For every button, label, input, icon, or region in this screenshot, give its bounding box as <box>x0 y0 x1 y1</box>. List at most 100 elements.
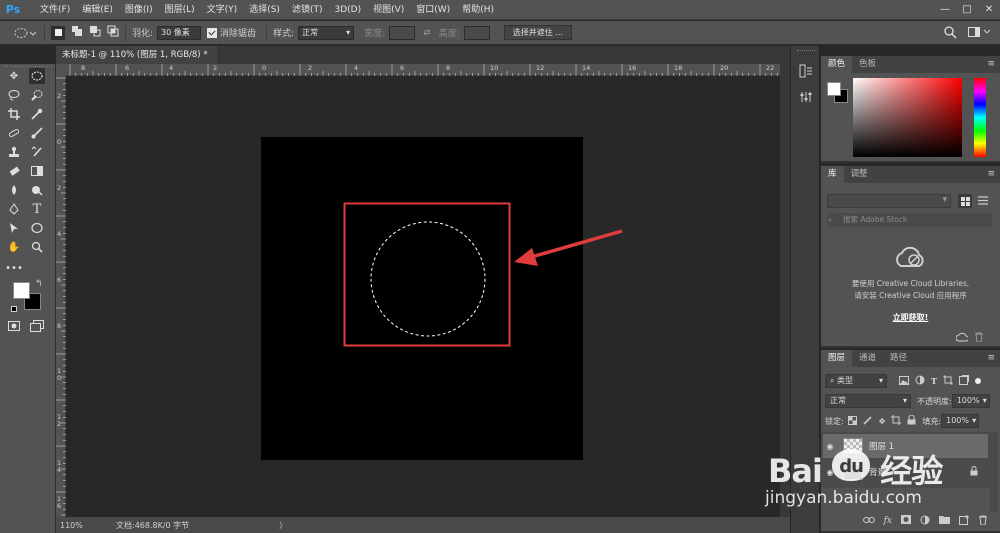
new-layer-icon[interactable] <box>959 514 969 528</box>
crop-tool-icon[interactable] <box>6 106 22 122</box>
tab-paths[interactable]: 路径 <box>883 350 914 367</box>
lock-all-icon[interactable] <box>907 414 916 427</box>
menu-3d[interactable]: 3D(D) <box>328 0 367 20</box>
filter-shape-icon[interactable] <box>943 375 953 387</box>
minimize-button[interactable]: — <box>934 0 956 20</box>
vertical-ruler[interactable]: 2 0 2 4 6 8 1 0 1 2 1 4 1 6 <box>56 76 66 517</box>
path-selection-tool-icon[interactable] <box>6 220 22 236</box>
link-icon[interactable] <box>862 516 875 527</box>
cc-sync-icon[interactable] <box>955 332 969 345</box>
elliptical-marquee-preset-icon[interactable] <box>14 27 38 39</box>
workspace-icon[interactable] <box>968 27 992 41</box>
hue-slider[interactable] <box>974 78 986 157</box>
get-it-now-link[interactable]: 立即获取! <box>821 312 1000 323</box>
grid-view-icon[interactable] <box>958 194 972 208</box>
brush-tool-icon[interactable] <box>29 125 45 141</box>
canvas-workspace[interactable] <box>66 76 780 517</box>
mask-icon[interactable] <box>901 515 911 527</box>
lasso-tool-icon[interactable] <box>6 87 22 103</box>
maximize-button[interactable]: □ <box>956 0 978 20</box>
panel-menu-icon[interactable]: ≡ <box>987 59 995 69</box>
lock-artboard-icon[interactable] <box>891 415 902 427</box>
filter-pixel-icon[interactable] <box>899 375 909 387</box>
menu-filter[interactable]: 滤镜(T) <box>286 0 329 20</box>
trash-icon[interactable] <box>974 332 984 345</box>
move-tool-icon[interactable]: ✥ <box>6 68 22 84</box>
folder-icon[interactable] <box>939 515 950 527</box>
elliptical-marquee-tool-icon[interactable] <box>29 68 45 84</box>
menu-image[interactable]: 图像(I) <box>119 0 159 20</box>
gradient-tool-icon[interactable] <box>29 163 45 179</box>
healing-brush-tool-icon[interactable] <box>6 125 22 141</box>
blur-tool-icon[interactable] <box>6 182 22 198</box>
lock-position-icon[interactable]: ✥ <box>879 417 886 426</box>
width-input[interactable] <box>389 25 416 40</box>
quick-mask-icon[interactable] <box>6 318 22 334</box>
close-window-button[interactable]: ✕ <box>978 0 1000 20</box>
layers-scrollbar[interactable] <box>990 432 998 512</box>
history-panel-icon[interactable] <box>798 64 814 80</box>
fill-input[interactable]: 100% ▾ <box>941 414 980 428</box>
more-tools-icon[interactable]: ••• <box>5 260 23 276</box>
type-tool-icon[interactable]: T <box>29 201 45 217</box>
feather-input[interactable]: 30 像素 <box>157 25 202 40</box>
ellipse-shape-tool-icon[interactable] <box>29 220 45 236</box>
screen-mode-icon[interactable] <box>29 318 45 334</box>
clone-stamp-tool-icon[interactable] <box>6 144 22 160</box>
zoom-level[interactable]: 110% <box>56 521 86 530</box>
new-selection-icon[interactable] <box>51 25 65 40</box>
list-view-icon[interactable] <box>978 196 988 208</box>
lock-transparent-icon[interactable] <box>847 415 857 427</box>
panel-menu-icon[interactable]: ≡ <box>987 353 995 363</box>
tab-layers[interactable]: 图层 <box>821 350 853 367</box>
menu-select[interactable]: 选择(S) <box>243 0 286 20</box>
add-to-selection-icon[interactable] <box>71 25 83 40</box>
ruler-origin[interactable] <box>56 64 66 76</box>
antialias-checkbox[interactable] <box>207 27 218 38</box>
stock-search-input[interactable]: ⌕ 搜索 Adobe Stock <box>827 213 992 227</box>
properties-panel-icon[interactable] <box>798 90 814 106</box>
reset-colors-icon[interactable] <box>11 306 17 312</box>
pen-tool-icon[interactable] <box>6 201 22 217</box>
foreground-color-swatch[interactable] <box>827 82 841 96</box>
search-icon[interactable] <box>944 26 957 42</box>
tab-channels[interactable]: 通道 <box>852 350 883 367</box>
tab-swatches[interactable]: 色板 <box>852 56 883 73</box>
history-brush-tool-icon[interactable] <box>29 144 45 160</box>
select-and-mask-button[interactable]: 选择并遮住 ... <box>503 25 572 40</box>
menu-file[interactable]: 文件(F) <box>34 0 76 20</box>
menu-layer[interactable]: 图层(L) <box>159 0 201 20</box>
filter-adjustment-icon[interactable] <box>915 375 925 387</box>
height-input[interactable] <box>463 25 490 40</box>
zoom-tool-icon[interactable] <box>29 239 45 255</box>
filter-toggle-icon[interactable] <box>974 378 981 384</box>
tab-adjustments[interactable]: 调整 <box>844 166 875 183</box>
style-select[interactable]: 正常 ▾ <box>298 25 355 40</box>
panel-menu-icon[interactable]: ≡ <box>987 169 995 179</box>
adjustment-icon[interactable] <box>920 515 930 528</box>
hand-tool-icon[interactable]: ✋ <box>6 239 22 255</box>
fx-icon[interactable]: fx <box>884 516 892 526</box>
blend-mode-select[interactable]: 正常 ▾ <box>825 394 911 408</box>
menu-view[interactable]: 视图(V) <box>367 0 410 20</box>
library-select[interactable]: ▾ <box>827 194 951 208</box>
lock-pixels-icon[interactable] <box>863 415 873 427</box>
trash-icon[interactable] <box>978 515 988 528</box>
foreground-color-swatch[interactable] <box>13 282 30 299</box>
menu-type[interactable]: 文字(Y) <box>201 0 244 20</box>
horizontal-ruler[interactable]: 8 6 4 2 0 2 4 6 8 10 12 14 16 18 20 22 <box>66 64 780 76</box>
eraser-tool-icon[interactable] <box>6 163 22 179</box>
circular-selection-marquee[interactable] <box>370 221 486 337</box>
quick-selection-tool-icon[interactable] <box>29 87 45 103</box>
document-tab[interactable]: 未标题-1 @ 110% (图层 1, RGB/8) * × <box>56 46 219 78</box>
eyedropper-tool-icon[interactable] <box>29 106 45 122</box>
dodge-tool-icon[interactable] <box>29 182 45 198</box>
swap-colors-icon[interactable]: ↰ <box>35 279 43 289</box>
color-picker-field[interactable] <box>853 78 962 157</box>
menu-window[interactable]: 窗口(W) <box>410 0 456 20</box>
tab-color[interactable]: 颜色 <box>821 56 853 73</box>
tab-libraries[interactable]: 库 <box>821 166 844 183</box>
menu-help[interactable]: 帮助(H) <box>456 0 500 20</box>
filter-smart-object-icon[interactable] <box>958 375 969 387</box>
menu-edit[interactable]: 编辑(E) <box>76 0 119 20</box>
